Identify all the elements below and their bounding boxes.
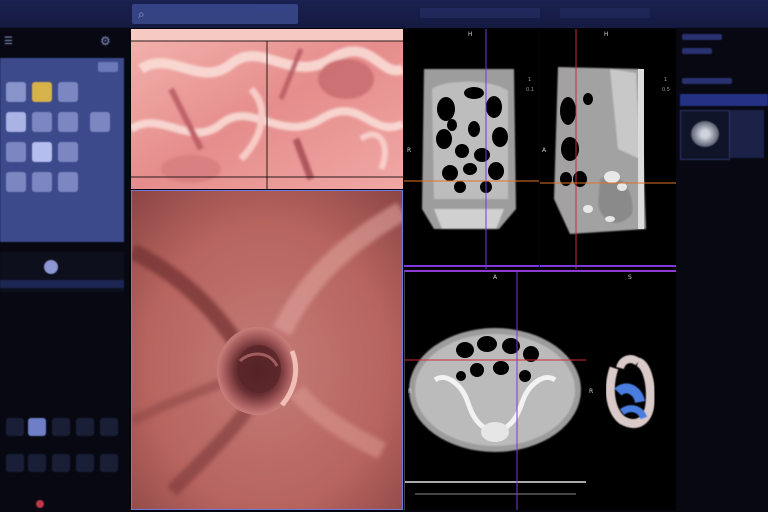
series-label: [682, 78, 732, 84]
axial-orient-left: R: [408, 388, 413, 395]
tool-icon-5[interactable]: [32, 112, 52, 132]
coronal-scale-a: 1: [528, 77, 532, 83]
record-icon[interactable]: [36, 500, 44, 508]
gear-icon[interactable]: ⚙: [100, 34, 111, 48]
sagittal-view[interactable]: H A 1 0.5: [540, 29, 676, 269]
sagittal-orient-left: A: [542, 147, 547, 154]
tool-icon-12[interactable]: [32, 172, 52, 192]
tool-icon-9[interactable]: [32, 142, 52, 162]
tool-palette: [0, 58, 124, 242]
left-sidebar: ☰ ⚙: [0, 28, 130, 512]
section-strip: [0, 280, 124, 288]
tool-icon-1[interactable]: [6, 82, 26, 102]
coronal-scale-b: 0.1: [526, 87, 534, 93]
toolbar-placeholder: [420, 8, 540, 18]
bottom-tool-8[interactable]: [52, 454, 70, 472]
sagittal-ct-image: [540, 29, 676, 269]
bottom-tool-6[interactable]: [6, 454, 24, 472]
top-toolbar: ⌕: [0, 0, 768, 28]
bottom-tool-7[interactable]: [28, 454, 46, 472]
volume-orient-top: S: [628, 274, 632, 281]
bottom-tool-1[interactable]: [6, 418, 24, 436]
series-selected-row[interactable]: [680, 94, 768, 106]
palette-toggle[interactable]: [98, 62, 118, 72]
tool-icon-10[interactable]: [58, 142, 78, 162]
tool-icon-3[interactable]: [58, 82, 78, 102]
tool-icon-6[interactable]: [58, 112, 78, 132]
menu-icon[interactable]: ☰: [4, 36, 13, 47]
series-info: [730, 110, 764, 158]
tool-icon-13[interactable]: [58, 172, 78, 192]
coronal-view[interactable]: H R 1 0.1: [404, 29, 539, 269]
toolbar-placeholder-2: [560, 8, 650, 18]
volume-orient-left: R: [589, 388, 594, 395]
status-dot: [44, 260, 58, 274]
unfolded-colon-view[interactable]: [131, 29, 403, 189]
coronal-orient-top: H: [468, 31, 473, 38]
axial-orient-top: A: [493, 274, 498, 281]
coronal-ct-image: [404, 29, 539, 269]
search-input[interactable]: ⌕: [132, 4, 298, 24]
sagittal-orient-top: H: [604, 31, 609, 38]
tool-icon-4[interactable]: [6, 112, 26, 132]
bottom-tool-2[interactable]: [28, 418, 46, 436]
search-icon: ⌕: [138, 7, 145, 21]
tool-icon-2[interactable]: [32, 82, 52, 102]
tool-icon-7[interactable]: [90, 112, 110, 132]
right-header: [682, 34, 722, 40]
colon-3d-render: [605, 355, 655, 428]
bottom-tool-10[interactable]: [100, 454, 118, 472]
bottom-tool-4[interactable]: [76, 418, 94, 436]
bottom-tool-9[interactable]: [76, 454, 94, 472]
bottom-tool-5[interactable]: [100, 418, 118, 436]
axial-ct-image: [405, 272, 586, 510]
tool-icon-8[interactable]: [6, 142, 26, 162]
right-sidebar: [676, 28, 768, 512]
bottom-tool-3[interactable]: [52, 418, 70, 436]
endoluminal-view[interactable]: [131, 190, 403, 510]
sagittal-scale-b: 0.5: [662, 87, 670, 93]
series-thumbnail[interactable]: [680, 110, 730, 160]
tool-icon-11[interactable]: [6, 172, 26, 192]
axial-view[interactable]: A R: [404, 270, 586, 510]
endoluminal-image: [132, 191, 402, 509]
coronal-orient-left: R: [407, 147, 412, 154]
unfolded-colon-image: [131, 29, 403, 189]
sagittal-scale-a: 1: [664, 77, 668, 83]
volume-3d-view[interactable]: S R: [586, 270, 676, 510]
right-subheader: [682, 48, 712, 54]
